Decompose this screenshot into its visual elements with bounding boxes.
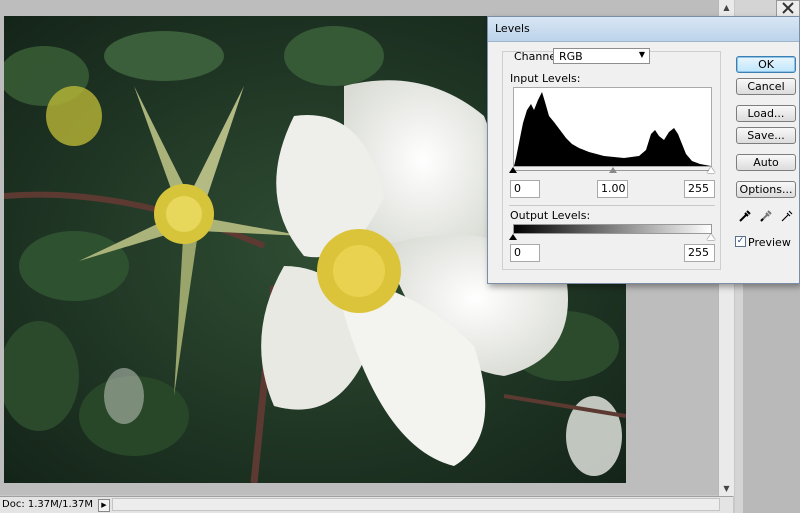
horizontal-scrollbar[interactable] xyxy=(112,498,720,511)
status-menu-play-icon[interactable]: ▶ xyxy=(98,499,110,512)
scroll-down-arrow-icon[interactable]: ▼ xyxy=(719,481,734,496)
dialog-title-bar[interactable]: Levels xyxy=(488,17,799,42)
channel-select-value: RGB xyxy=(559,50,583,63)
output-gradient-bar xyxy=(513,224,712,234)
chevron-down-icon: ▼ xyxy=(638,50,645,59)
input-gamma-slider[interactable] xyxy=(609,167,617,173)
channel-select[interactable]: RGB ▼ xyxy=(553,48,650,64)
cancel-button[interactable]: Cancel xyxy=(736,78,796,95)
save-button[interactable]: Save... xyxy=(736,127,796,144)
auto-button[interactable]: Auto xyxy=(736,154,796,171)
white-eyedropper-icon[interactable] xyxy=(780,209,794,223)
input-gamma-field[interactable]: 1.00 xyxy=(597,180,628,198)
input-black-point-slider[interactable] xyxy=(509,167,517,173)
levels-separator xyxy=(509,205,715,206)
output-levels-label: Output Levels: xyxy=(510,209,591,222)
output-black-field[interactable]: 0 xyxy=(510,244,540,262)
scroll-up-arrow-icon[interactable]: ▲ xyxy=(719,0,734,15)
histogram xyxy=(513,87,712,167)
input-white-field[interactable]: 255 xyxy=(684,180,715,198)
gray-eyedropper-icon[interactable] xyxy=(759,209,773,223)
document-size-info: Doc: 1.37M/1.37M xyxy=(2,499,94,510)
options-button[interactable]: Options... xyxy=(736,181,796,198)
load-button[interactable]: Load... xyxy=(736,105,796,122)
preview-checkbox[interactable]: ✓ xyxy=(735,236,746,247)
input-levels-label: Input Levels: xyxy=(510,72,581,85)
ok-button[interactable]: OK xyxy=(736,56,796,73)
input-black-field[interactable]: 0 xyxy=(510,180,540,198)
preview-label: Preview xyxy=(748,236,791,249)
output-black-slider[interactable] xyxy=(509,234,517,240)
black-eyedropper-icon[interactable] xyxy=(738,209,752,223)
status-bar: Doc: 1.37M/1.37M ▶ xyxy=(0,496,733,513)
output-white-field[interactable]: 255 xyxy=(684,244,715,262)
histogram-graph xyxy=(514,92,711,166)
input-white-point-slider[interactable] xyxy=(707,167,715,173)
output-white-slider[interactable] xyxy=(707,234,715,240)
dialog-title: Levels xyxy=(495,22,530,35)
